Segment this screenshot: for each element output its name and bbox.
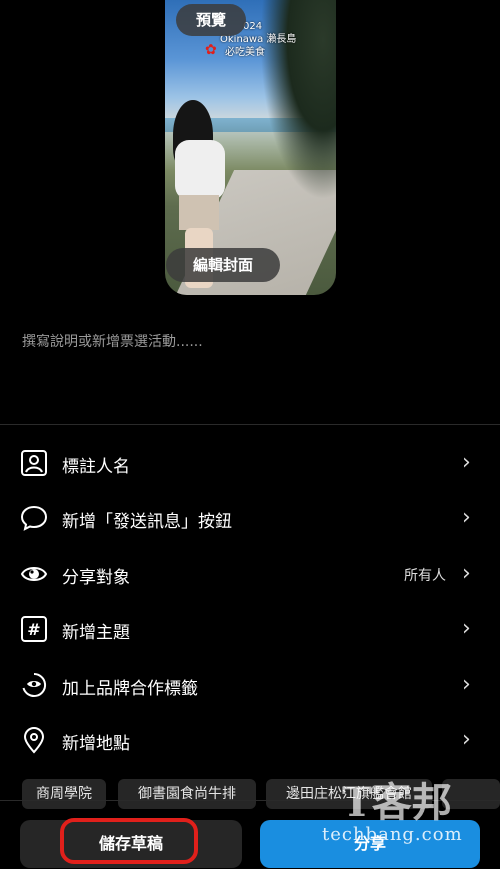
- eye-icon: [20, 567, 48, 581]
- location-chip[interactable]: 商周學院: [22, 779, 106, 809]
- chevron-right-icon: ›: [462, 616, 471, 641]
- chevron-right-icon: ›: [462, 561, 471, 586]
- audience-value: 所有人: [404, 568, 446, 584]
- option-label: 分享對象: [62, 568, 130, 588]
- option-audience[interactable]: 分享對象 所有人 ›: [0, 546, 500, 602]
- svg-text:#: #: [27, 620, 40, 639]
- hibiscus-icon: ✿: [205, 42, 217, 58]
- location-pin-icon: [23, 727, 45, 754]
- option-add-topic[interactable]: # 新增主題 ›: [0, 601, 500, 657]
- cover-person-skirt: [179, 195, 219, 230]
- hashtag-icon: #: [21, 616, 47, 642]
- edit-cover-button[interactable]: 編輯封面: [166, 248, 280, 282]
- chevron-right-icon: ›: [462, 672, 471, 697]
- chevron-right-icon: ›: [462, 505, 471, 530]
- divider: [0, 424, 500, 425]
- chat-bubble-icon: [20, 505, 48, 531]
- option-label: 新增地點: [62, 734, 130, 754]
- preview-button[interactable]: 預覽: [176, 4, 246, 36]
- watermark-url: techbang.com: [322, 824, 463, 845]
- option-tag-people[interactable]: 標註人名 ›: [0, 435, 500, 491]
- option-message-button[interactable]: 新增「發送訊息」按鈕 ›: [0, 490, 500, 546]
- option-label: 標註人名: [62, 457, 130, 477]
- watermark-brand: T客邦: [342, 779, 452, 826]
- option-add-location[interactable]: 新增地點 ›: [0, 712, 500, 768]
- option-label: 加上品牌合作標籤: [62, 679, 198, 699]
- cover-person-body: [175, 140, 225, 200]
- brand-partnership-icon: [22, 672, 47, 697]
- cover-overlay-food: 必吃美食: [225, 47, 265, 58]
- option-label: 新增「發送訊息」按鈕: [62, 512, 232, 532]
- option-label: 新增主題: [62, 623, 130, 643]
- caption-input[interactable]: 撰寫說明或新增票選活動......: [22, 331, 203, 351]
- highlight-ring: [60, 818, 198, 864]
- chevron-right-icon: ›: [462, 450, 471, 475]
- tag-person-icon: [21, 450, 47, 476]
- chevron-right-icon: ›: [462, 727, 471, 752]
- option-brand-partnership[interactable]: 加上品牌合作標籤 ›: [0, 657, 500, 713]
- location-chip[interactable]: 御書園食尚牛排: [118, 779, 256, 809]
- cover-palm: [260, 0, 336, 200]
